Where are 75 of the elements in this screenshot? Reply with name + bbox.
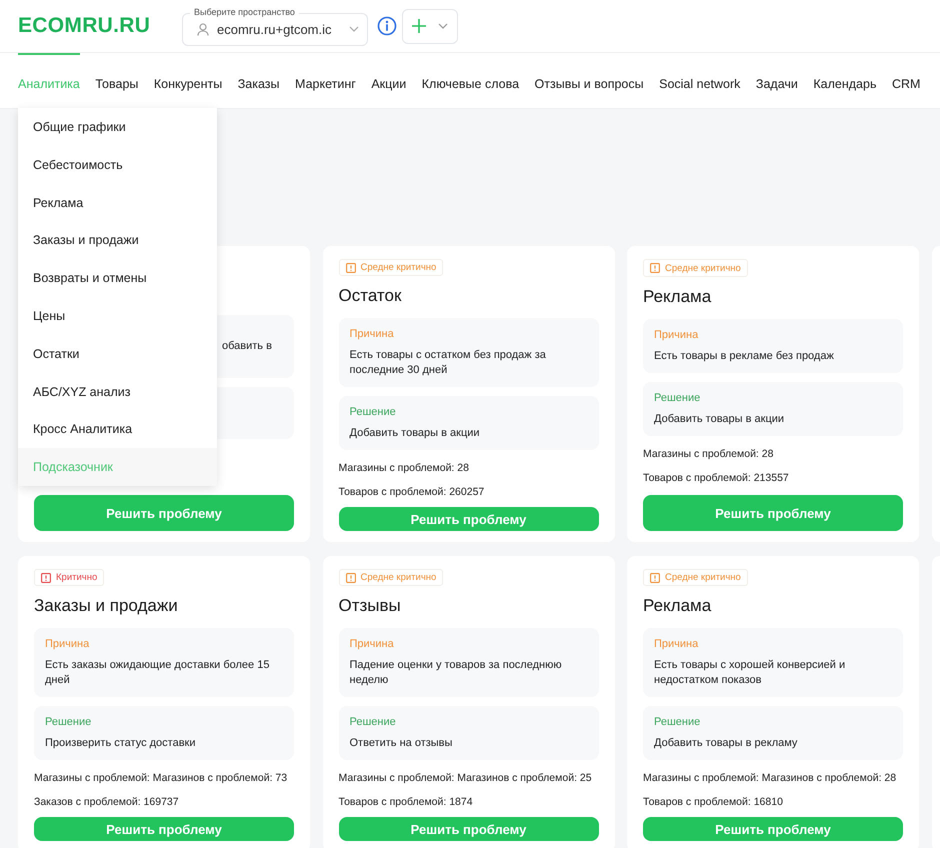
stat-text: Магазины с проблемой: Магазинов с проблемой: 25 bbox=[338, 771, 592, 785]
logo: ECOMRU.RU bbox=[18, 14, 152, 38]
nav-tab[interactable]: Social network bbox=[659, 53, 740, 108]
nav-tab[interactable]: Заказы bbox=[238, 53, 280, 108]
reason-text: Падение оценки у товаров за последнюю неделю bbox=[350, 658, 563, 688]
badge-text: Критично bbox=[56, 572, 98, 583]
menu-item[interactable]: АБС/XYZ анализ bbox=[18, 372, 217, 410]
stat-text: Магазины с проблемой: Магазинов с проблемой: 73 bbox=[34, 771, 288, 785]
reason-text: Есть товары в рекламе без продаж bbox=[654, 349, 835, 364]
nav-tab[interactable]: Задачи bbox=[756, 53, 798, 108]
stat-text: Товаров с проблемой: 213557 bbox=[643, 471, 789, 485]
alert-icon bbox=[650, 572, 660, 582]
reason-label: Причина bbox=[350, 637, 395, 651]
solution-text: Ответить на отзывы bbox=[350, 736, 454, 751]
badge-text: Средне критично bbox=[360, 262, 436, 273]
solution-label: Решение bbox=[350, 715, 397, 729]
menu-item[interactable]: Общие графики bbox=[18, 108, 217, 146]
stat-text: Магазины с проблемой: 28 bbox=[643, 447, 774, 461]
stat-text: Заказов с проблемой: 169737 bbox=[34, 795, 179, 809]
user-icon bbox=[197, 22, 209, 36]
info-icon bbox=[377, 16, 397, 36]
nav-tab[interactable]: Календарь bbox=[813, 53, 876, 108]
solution-text: Добавить товары в акции bbox=[654, 412, 786, 427]
field-label: Выберите пространство bbox=[190, 6, 299, 18]
solution-text: Произверить статус доставки bbox=[45, 736, 197, 751]
stat-text: Товаров с проблемой: 1874 bbox=[338, 795, 473, 809]
nav-tab[interactable]: Акции bbox=[371, 53, 406, 108]
menu-item[interactable]: Заказы и продажи bbox=[18, 221, 217, 260]
menu-item[interactable]: Возвраты и отмены bbox=[18, 259, 217, 297]
nav-tab[interactable]: Ключевые слова bbox=[422, 53, 520, 108]
nav-tab[interactable]: Маркетинг bbox=[295, 53, 356, 108]
stat-text: Товаров с проблемой: 16810 bbox=[643, 795, 783, 809]
menu-item[interactable]: Остатки bbox=[18, 334, 217, 373]
solution-text: Добавить товары в рекламу bbox=[654, 736, 798, 751]
reason-text: Есть заказы ожидающие доставки более 15 дней bbox=[45, 658, 270, 688]
chevron-down-icon bbox=[349, 26, 359, 32]
chevron-down-icon bbox=[438, 23, 448, 29]
nav-tab[interactable]: Отзывы и вопросы bbox=[534, 53, 644, 108]
alert-icon bbox=[41, 572, 51, 582]
field-value: ecomru.ru+gtcom.ic bbox=[217, 22, 332, 36]
nav-tab[interactable]: CRM bbox=[892, 53, 920, 108]
add-button[interactable] bbox=[402, 8, 458, 44]
alert-icon bbox=[650, 263, 660, 273]
card-title: Отзывы bbox=[338, 596, 402, 616]
plus-icon bbox=[412, 19, 426, 33]
reason-label: Причина bbox=[45, 637, 90, 651]
solution-text: Добавить товары в акции bbox=[350, 426, 481, 441]
card-title: Реклама bbox=[643, 596, 712, 616]
reason-text: Есть товары с остатком без продаж за последние 30 дней bbox=[350, 348, 547, 378]
menu-item[interactable]: Реклама bbox=[18, 184, 217, 222]
alert-icon bbox=[346, 572, 356, 582]
card-title: Остаток bbox=[338, 286, 402, 306]
reason-label: Причина bbox=[654, 637, 700, 651]
stat-text: Товаров с проблемой: 260257 bbox=[338, 485, 484, 499]
stat-text: Магазины с проблемой: Магазинов с проблемой: 28 bbox=[643, 771, 896, 785]
badge-text: Средне критично bbox=[665, 262, 741, 274]
reason-label: Причина bbox=[654, 328, 700, 342]
solution-label: Решение bbox=[350, 405, 397, 419]
menu-item[interactable]: Кросс Аналитика bbox=[18, 410, 217, 448]
nav-tab[interactable]: Товары bbox=[95, 53, 138, 108]
card-title: Реклама bbox=[643, 287, 712, 307]
reason-text: Есть товары с хорошей конверсией и недостатком показов bbox=[654, 658, 846, 688]
solution-label: Решение bbox=[654, 391, 702, 405]
reason-label: Причина bbox=[350, 327, 395, 341]
solution-label: Решение bbox=[45, 715, 92, 729]
stat-text: Магазины с проблемой: 28 bbox=[338, 461, 469, 475]
solution-label: Решение bbox=[654, 715, 702, 729]
alert-icon bbox=[346, 262, 356, 272]
badge-text: Средне критично bbox=[360, 572, 436, 583]
menu-item[interactable]: Себестоимость bbox=[18, 146, 217, 184]
nav-tab[interactable]: Конкуренты bbox=[154, 53, 222, 108]
menu-item[interactable]: Цены bbox=[18, 296, 217, 335]
card-title: Заказы и продажи bbox=[34, 596, 179, 616]
reason-text: обавить в bbox=[222, 339, 272, 354]
badge-text: Средне критично bbox=[665, 572, 741, 583]
